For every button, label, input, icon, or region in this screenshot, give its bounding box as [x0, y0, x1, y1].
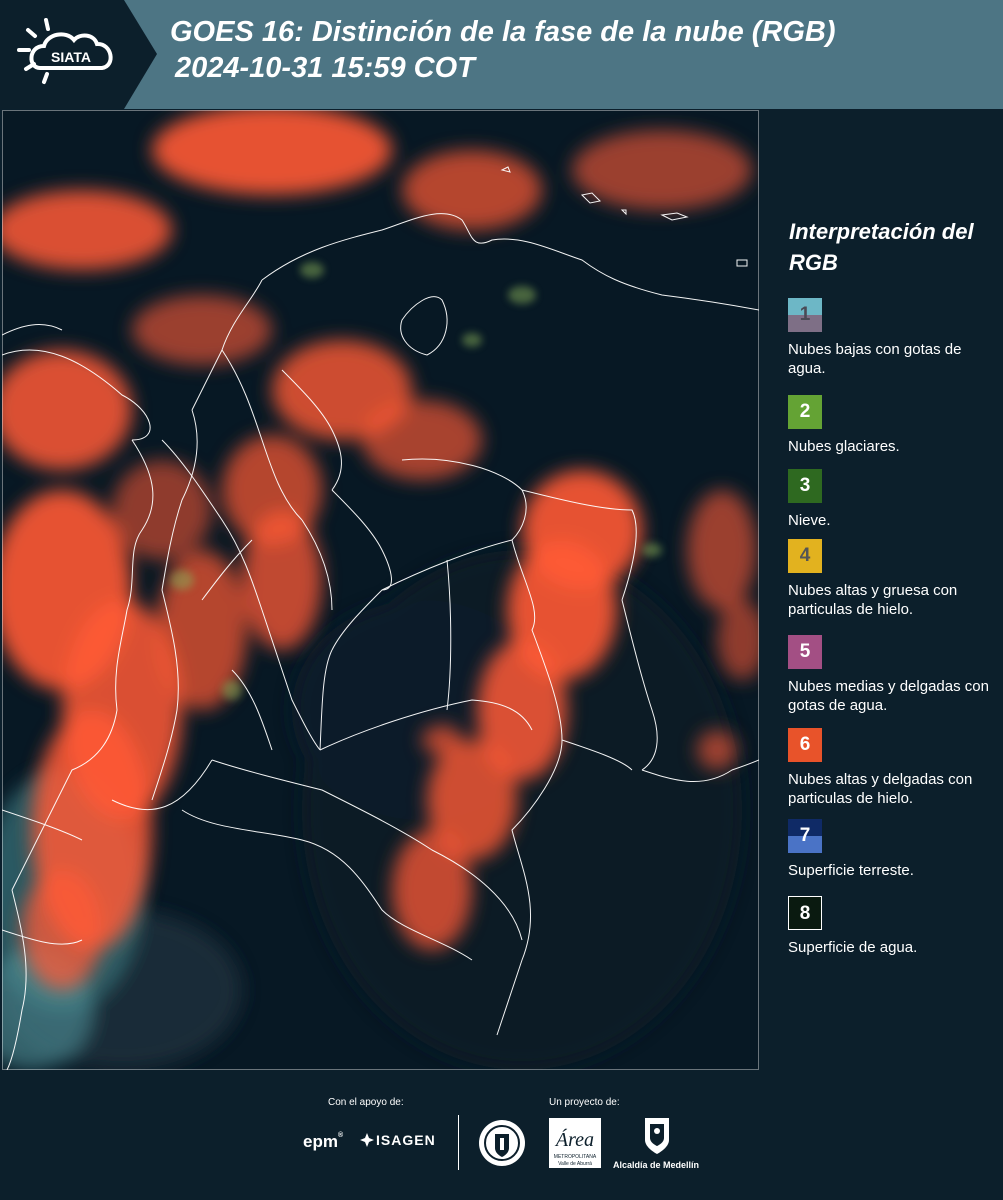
legend-label-4: Nubes altas y gruesa con particulas de h…: [788, 582, 958, 618]
alcaldia-label: Alcaldía de Medellín: [613, 1160, 700, 1170]
title-line-1: GOES 16: Distinción de la fase de la nub…: [170, 16, 836, 48]
legend-item-1: 1 Nubes bajas con gotas de agua.: [788, 298, 1003, 378]
legend-label-8: Superficie de agua.: [788, 939, 918, 956]
legend-swatch-4: 4: [788, 539, 822, 573]
legend-number-6: 6: [799, 734, 811, 755]
support-label: Con el apoyo de:: [328, 1097, 404, 1108]
area-logo-sub2: Valle de Aburrá: [558, 1161, 592, 1167]
footer: Con el apoyo de: Un proyecto de: epm® IS…: [0, 1070, 1003, 1200]
legend-number-8: 8: [799, 903, 811, 924]
project-label: Un proyecto de:: [549, 1097, 620, 1108]
siata-logo-text: SIATA: [51, 49, 91, 65]
legend-swatch-7: 7: [788, 819, 822, 853]
epm-logo: epm®: [303, 1132, 344, 1151]
header-bar: SIATA GOES 16: Distinción de la fase de …: [0, 0, 1003, 109]
isagen-icon: [360, 1133, 374, 1147]
legend-panel: Interpretación del RGB 1 Nubes bajas con…: [759, 110, 1003, 1070]
legend-item-4: 4 Nubes altas y gruesa con particulas de…: [788, 539, 1003, 619]
epm-logo-text: epm: [303, 1132, 338, 1151]
legend-swatch-2: 2: [788, 395, 822, 429]
legend-title: Interpretación del RGB: [789, 219, 974, 275]
page-title: GOES 16: Distinción de la fase de la nub…: [170, 14, 836, 86]
legend-label-3: Nieve.: [788, 512, 831, 529]
legend-label-1: Nubes bajas con gotas de agua.: [788, 341, 962, 377]
legend-label-2: Nubes glaciares.: [788, 438, 900, 455]
legend-item-7: 7 Superficie terreste.: [788, 819, 1003, 880]
legend-swatch-1: 1: [788, 298, 822, 332]
area-logo-sub1: METROPOLITANA: [554, 1154, 597, 1160]
area-logo-word: Área: [554, 1128, 594, 1151]
legend-swatch-6: 6: [788, 728, 822, 762]
legend-number-7: 7: [799, 825, 811, 846]
isagen-logo: ISAGEN: [360, 1132, 436, 1148]
legend-number-1: 1: [799, 304, 811, 325]
legend-number-4: 4: [799, 545, 811, 566]
legend-swatch-5: 5: [788, 635, 822, 669]
legend-item-5: 5 Nubes medias y delgadas con gotas de a…: [788, 635, 1003, 715]
footer-divider: [458, 1115, 459, 1170]
area-metropolitana-logo: Área METROPOLITANA Valle de Aburrá: [549, 1118, 601, 1168]
legend-number-3: 3: [799, 475, 811, 496]
legend-number-5: 5: [799, 641, 811, 662]
legend-item-8: 8 Superficie de agua.: [788, 896, 1003, 957]
legend-swatch-3: 3: [788, 469, 822, 503]
siata-logo: SIATA: [0, 0, 157, 109]
title-line-2: 2024-10-31 15:59 COT: [175, 52, 475, 84]
legend-number-2: 2: [799, 401, 811, 422]
legend-item-2: 2 Nubes glaciares.: [788, 395, 1003, 456]
legend-label-6: Nubes altas y delgadas con particulas de…: [788, 771, 973, 807]
legend-label-5: Nubes medias y delgadas con gotas de agu…: [788, 678, 989, 714]
government-seal-icon: [477, 1118, 527, 1168]
legend-item-6: 6 Nubes altas y delgadas con particulas …: [788, 728, 1003, 808]
legend-swatch-8: 8: [788, 896, 822, 930]
satellite-rgb-map: [2, 110, 759, 1070]
isagen-logo-text: ISAGEN: [376, 1132, 436, 1148]
legend-label-7: Superficie terreste.: [788, 862, 914, 879]
legend-item-3: 3 Nieve.: [788, 469, 1003, 530]
